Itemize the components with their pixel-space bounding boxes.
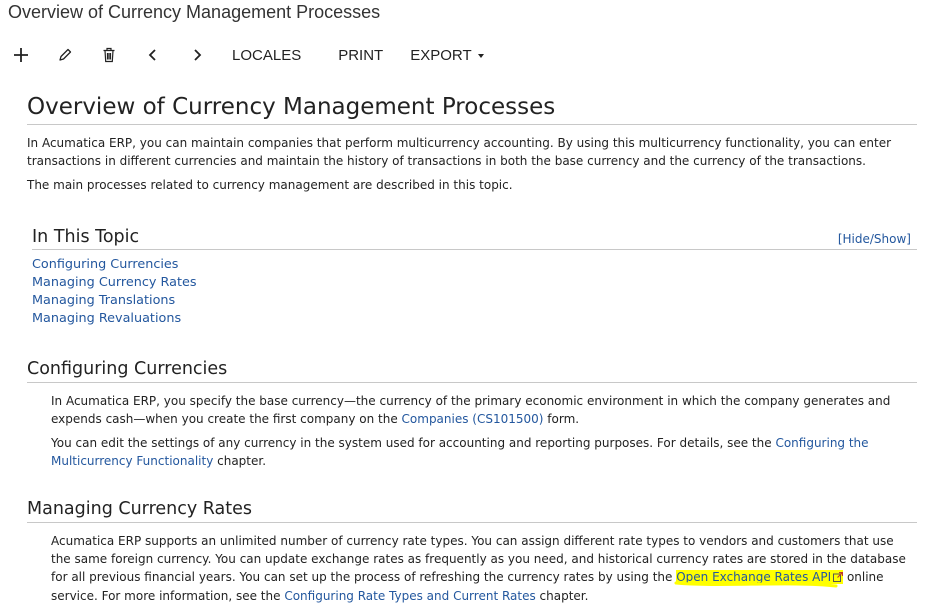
- toc-list: Configuring Currencies Managing Currency…: [32, 256, 917, 328]
- text: chapter.: [213, 454, 267, 468]
- configuring-rate-types-link[interactable]: Configuring Rate Types and Current Rates: [284, 589, 535, 603]
- section-body: In Acumatica ERP, you specify the base c…: [51, 392, 917, 470]
- section-title: Managing Currency Rates: [27, 498, 917, 523]
- toc-item: Managing Currency Rates: [32, 274, 917, 292]
- chevron-right-icon[interactable]: [184, 42, 210, 68]
- intro-paragraph-2: The main processes related to currency m…: [27, 178, 513, 192]
- companies-form-link[interactable]: Companies (CS101500): [402, 412, 544, 426]
- text: chapter.: [535, 589, 589, 603]
- intro-paragraph-1: In Acumatica ERP, you can maintain compa…: [27, 136, 892, 168]
- section-body: Acumatica ERP supports an unlimited numb…: [51, 532, 917, 605]
- section-configuring-currencies: Configuring Currencies In Acumatica ERP,…: [27, 358, 917, 470]
- paragraph: Acumatica ERP supports an unlimited numb…: [51, 532, 917, 605]
- chevron-left-icon[interactable]: [140, 42, 166, 68]
- toc-title: In This Topic: [32, 227, 140, 247]
- text: form.: [543, 412, 580, 426]
- paragraph: You can edit the settings of any currenc…: [51, 434, 917, 470]
- toc-item: Managing Translations: [32, 292, 917, 310]
- export-button[interactable]: EXPORT: [410, 46, 484, 64]
- trash-icon[interactable]: [96, 42, 122, 68]
- section-title: Configuring Currencies: [27, 358, 917, 383]
- toc-header: In This Topic [Hide/Show]: [32, 224, 917, 250]
- toc-link-managing-currency-rates[interactable]: Managing Currency Rates: [32, 275, 197, 290]
- locales-button[interactable]: LOCALES: [232, 47, 301, 64]
- window-title: Overview of Currency Management Processe…: [8, 2, 381, 22]
- open-exchange-rates-link[interactable]: Open Exchange Rates API: [676, 570, 831, 584]
- external-link-icon: [833, 569, 844, 587]
- section-managing-currency-rates: Managing Currency Rates Acumatica ERP su…: [27, 498, 917, 605]
- highlighted-link-wrapper: Open Exchange Rates API: [676, 569, 844, 587]
- article-title: Overview of Currency Management Processe…: [27, 92, 917, 125]
- toolbar: LOCALES PRINT EXPORT: [8, 42, 484, 68]
- toc-link-managing-translations[interactable]: Managing Translations: [32, 293, 175, 308]
- export-label: EXPORT: [410, 46, 472, 64]
- text: You can edit the settings of any currenc…: [51, 436, 776, 450]
- hide-show-toggle[interactable]: [Hide/Show]: [838, 232, 911, 246]
- print-button[interactable]: PRINT: [338, 47, 383, 64]
- caret-down-icon: [477, 53, 484, 58]
- article: Overview of Currency Management Processe…: [27, 92, 917, 611]
- toc-item: Configuring Currencies: [32, 256, 917, 274]
- plus-icon[interactable]: [8, 42, 34, 68]
- toc-link-managing-revaluations[interactable]: Managing Revaluations: [32, 311, 181, 326]
- paragraph: In Acumatica ERP, you specify the base c…: [51, 392, 917, 428]
- toc-item: Managing Revaluations: [32, 310, 917, 328]
- pencil-icon[interactable]: [52, 42, 78, 68]
- in-this-topic: In This Topic [Hide/Show] Configuring Cu…: [32, 224, 917, 328]
- toc-link-configuring-currencies[interactable]: Configuring Currencies: [32, 257, 178, 272]
